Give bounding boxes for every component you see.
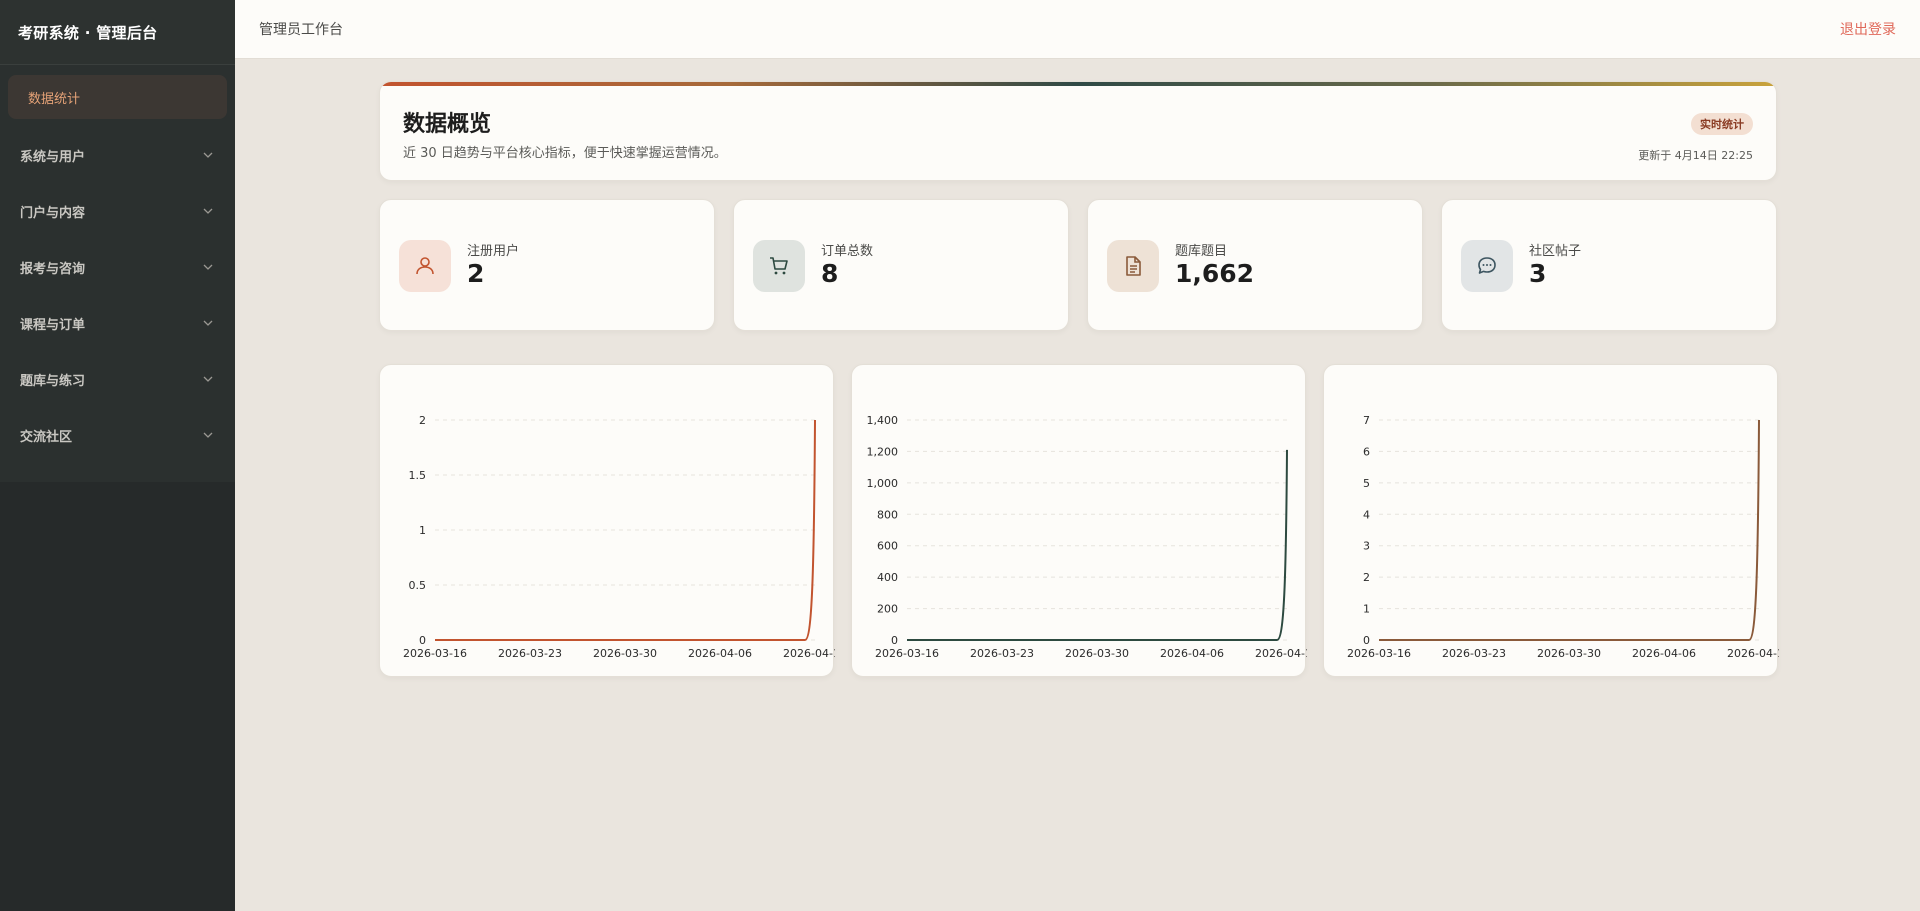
sidebar-menu: 数据统计 系统与用户 门户与内容 报考与咨询 课程与订单 题库与练习 交流社区 (0, 65, 235, 482)
brand-title: 考研系统 · 管理后台 (18, 23, 158, 42)
y-tick-label: 1,000 (867, 477, 899, 490)
stat-card-posts: 社区帖子 3 (1441, 199, 1777, 331)
accent-stripe (380, 82, 1776, 86)
sidebar-item-label: 报考与咨询 (20, 261, 86, 277)
top-bar: 管理员工作台 退出登录 (235, 0, 1920, 59)
stat-value: 3 (1529, 259, 1547, 288)
chevron-down-icon (203, 320, 213, 326)
chart-card-orders: 0 200 400 600 800 1,000 1,200 1,400 2026-03-16 20… (851, 364, 1308, 677)
x-tick-label: 2026-03-23 (498, 647, 562, 660)
user-icon (399, 240, 451, 292)
cart-icon (753, 240, 805, 292)
sidebar-item-community[interactable]: 交流社区 (0, 407, 235, 463)
y-tick-label: 1,400 (867, 414, 899, 427)
y-tick-label: 7 (1363, 414, 1370, 427)
sidebar-item-label: 交流社区 (20, 429, 73, 445)
y-tick-label: 800 (877, 508, 898, 521)
sidebar-item-label: 系统与用户 (20, 149, 86, 165)
page-title: 数据概览 (403, 112, 492, 137)
order-trend-chart: 0 200 400 600 800 1,000 1,200 1,400 2026-03-16 20… (867, 414, 1308, 660)
chevron-down-icon (203, 432, 213, 438)
y-tick-label: 1 (1363, 603, 1370, 616)
series-line (907, 449, 1288, 641)
overview-card: 数据概览 近 30 日趋势与平台核心指标，便于快速掌握运营情况。 实时统计 更新… (379, 81, 1777, 181)
x-tick-label: 2026-04-13 (1727, 647, 1779, 660)
stat-label: 题库题目 (1175, 244, 1228, 259)
stat-label: 订单总数 (821, 244, 874, 259)
y-tick-label: 5 (1363, 477, 1370, 490)
document-icon (1107, 240, 1159, 292)
y-tick-label: 6 (1363, 445, 1370, 458)
x-tick-label: 2026-03-16 (875, 647, 939, 660)
user-trend-chart: 0 0.5 1 1.5 2 2026-03-16 2026-03-23 2026-03-30 2… (403, 414, 835, 660)
sidebar-item-portal-content[interactable]: 门户与内容 (0, 183, 235, 239)
updated-timestamp: 更新于 4月14日 22:25 (1638, 149, 1753, 162)
sidebar: 考研系统 · 管理后台 数据统计 系统与用户 门户与内容 报考与咨询 课程与订单… (0, 0, 235, 911)
y-tick-label: 200 (877, 603, 898, 616)
sidebar-item-label: 课程与订单 (20, 317, 86, 333)
sidebar-header: 考研系统 · 管理后台 (0, 0, 235, 65)
logout-link[interactable]: 退出登录 (1840, 19, 1896, 39)
status-badge: 实时统计 (1691, 113, 1753, 135)
chevron-down-icon (203, 264, 213, 270)
x-tick-label: 2026-03-30 (1537, 647, 1601, 660)
stat-label: 社区帖子 (1529, 244, 1582, 259)
chevron-down-icon (203, 208, 213, 214)
y-tick-label: 0.5 (409, 579, 427, 592)
y-tick-label: 1.5 (409, 469, 427, 482)
sidebar-item-system-users[interactable]: 系统与用户 (0, 127, 235, 183)
page-subtitle: 近 30 日趋势与平台核心指标，便于快速掌握运营情况。 (403, 146, 727, 161)
x-tick-label: 2026-04-13 (783, 647, 835, 660)
x-tick-label: 2026-03-16 (403, 647, 467, 660)
x-tick-label: 2026-03-30 (1065, 647, 1129, 660)
sidebar-item-course-orders[interactable]: 课程与订单 (0, 295, 235, 351)
sidebar-item-label: 题库与练习 (20, 373, 86, 389)
x-tick-label: 2026-03-16 (1347, 647, 1411, 660)
chevron-down-icon (203, 376, 213, 382)
post-trend-chart: 0 1 2 3 4 5 6 7 2026-03-16 2026-03-23 2026-03-30 20… (1347, 414, 1779, 660)
y-tick-label: 0 (891, 634, 898, 647)
y-tick-label: 2 (1363, 571, 1370, 584)
chevron-down-icon (203, 152, 213, 158)
y-tick-label: 0 (419, 634, 426, 647)
stat-label: 注册用户 (467, 244, 520, 259)
stat-value: 8 (821, 259, 839, 288)
series-line (1379, 419, 1760, 641)
stat-card-users: 注册用户 2 (379, 199, 715, 331)
stat-value: 1,662 (1175, 259, 1255, 288)
stat-value: 2 (467, 259, 485, 288)
sidebar-item-question-bank[interactable]: 题库与练习 (0, 351, 235, 407)
x-tick-label: 2026-03-23 (970, 647, 1034, 660)
y-tick-label: 1 (419, 524, 426, 537)
chart-card-posts: 0 1 2 3 4 5 6 7 2026-03-16 2026-03-23 2026-03-30 20… (1323, 364, 1779, 677)
x-tick-label: 2026-04-13 (1255, 647, 1307, 660)
sidebar-item-exam-consult[interactable]: 报考与咨询 (0, 239, 235, 295)
chart-card-users: 0 0.5 1 1.5 2 2026-03-16 2026-03-23 2026-03-30 2… (379, 364, 835, 677)
sidebar-item-dashboard[interactable]: 数据统计 (8, 75, 227, 119)
y-tick-label: 4 (1363, 508, 1370, 521)
chat-icon (1461, 240, 1513, 292)
y-tick-label: 2 (419, 414, 426, 427)
workspace-title: 管理员工作台 (259, 22, 343, 38)
x-tick-label: 2026-03-23 (1442, 647, 1506, 660)
x-tick-label: 2026-04-06 (688, 647, 752, 660)
x-tick-label: 2026-04-06 (1160, 647, 1224, 660)
x-tick-label: 2026-04-06 (1632, 647, 1696, 660)
sidebar-item-label: 门户与内容 (20, 205, 86, 221)
y-tick-label: 600 (877, 540, 898, 553)
x-tick-label: 2026-03-30 (593, 647, 657, 660)
stat-card-questions: 题库题目 1,662 (1087, 199, 1423, 331)
y-tick-label: 3 (1363, 540, 1370, 553)
y-tick-label: 0 (1363, 634, 1370, 647)
stat-card-orders: 订单总数 8 (733, 199, 1069, 331)
y-tick-label: 1,200 (867, 445, 899, 458)
y-tick-label: 400 (877, 571, 898, 584)
